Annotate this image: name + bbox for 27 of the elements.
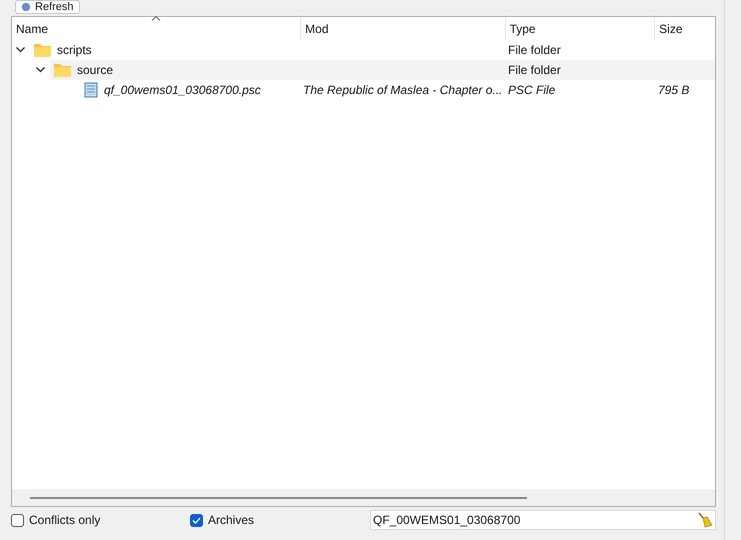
- horizontal-scrollbar[interactable]: [12, 489, 715, 506]
- file-name[interactable]: qf_00wems01_03068700.psc: [104, 81, 261, 99]
- broom-icon[interactable]: [697, 512, 713, 528]
- checkbox-label[interactable]: Conflicts only: [29, 511, 100, 529]
- column-header[interactable]: Mod: [300, 17, 505, 40]
- folder-name[interactable]: scripts: [57, 41, 92, 59]
- folder-name[interactable]: source: [77, 61, 114, 79]
- table-cell-text: File folder: [508, 62, 561, 79]
- refresh-button[interactable]: Refresh: [15, 0, 80, 14]
- folder-icon: [34, 43, 51, 57]
- column-header[interactable]: Size: [654, 17, 716, 40]
- document-icon: [84, 82, 98, 98]
- scrollbar-thumb[interactable]: [30, 496, 527, 498]
- checkbox[interactable]: [11, 514, 24, 526]
- folder-icon: [54, 63, 71, 77]
- expand-chevron-icon[interactable]: [16, 47, 25, 53]
- table-cell-text: PSC File: [508, 82, 556, 99]
- checkbox-label[interactable]: Archives: [208, 511, 254, 529]
- column-header[interactable]: Type: [504, 17, 654, 40]
- search-field[interactable]: QF_00WEMS01_03068700: [370, 510, 716, 530]
- expand-chevron-icon[interactable]: [36, 67, 45, 73]
- checkbox[interactable]: [190, 514, 203, 526]
- table-cell-text: The Republic of Maslea - Chapter o...: [303, 82, 502, 99]
- table-cell-text: 795 B: [658, 82, 690, 99]
- checkmark-icon: [192, 516, 201, 524]
- table-cell-text: File folder: [508, 42, 561, 59]
- column-header[interactable]: Name: [12, 17, 300, 40]
